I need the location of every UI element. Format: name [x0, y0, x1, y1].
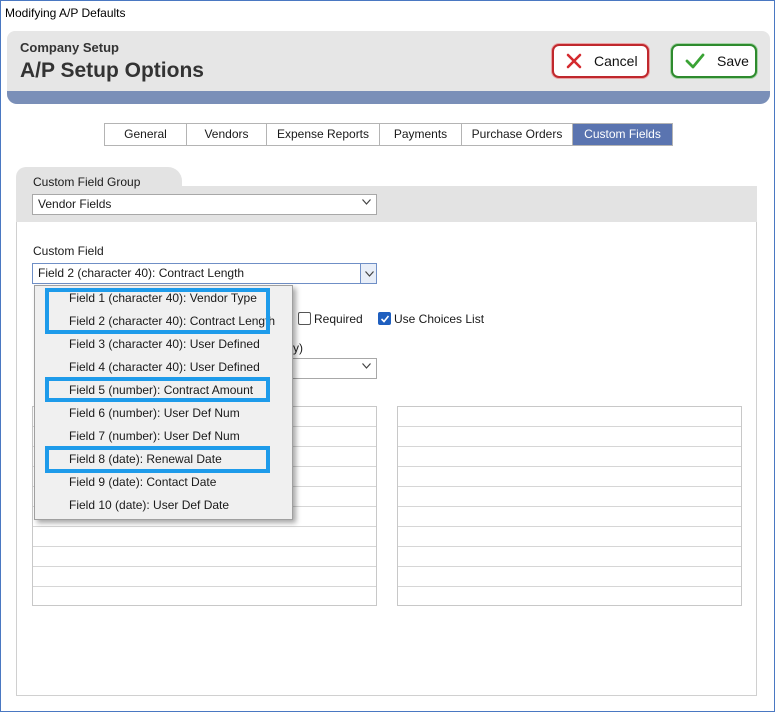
custom-field-label: Custom Field — [33, 244, 104, 258]
table-row[interactable] — [33, 567, 376, 587]
tab-general[interactable]: General — [105, 124, 187, 145]
custom-field-group-value: Vendor Fields — [38, 197, 112, 211]
partial-select[interactable] — [293, 358, 377, 379]
window-title: Modifying A/P Defaults — [5, 6, 126, 20]
required-label: Required — [314, 312, 363, 326]
table-row[interactable] — [398, 467, 741, 487]
tab-payments[interactable]: Payments — [380, 124, 462, 145]
checkmark-icon — [380, 315, 390, 323]
app-window: Modifying A/P Defaults Company Setup A/P… — [0, 0, 775, 712]
chevron-down-icon — [362, 199, 371, 207]
page-subtitle: Company Setup — [20, 40, 119, 55]
checkmark-icon — [685, 53, 705, 69]
dropdown-item-field-6[interactable]: Field 6 (number): User Def Num — [69, 402, 240, 425]
table-row[interactable] — [398, 527, 741, 547]
table-row[interactable] — [398, 547, 741, 567]
highlight-box — [45, 377, 270, 402]
partial-label: y) — [293, 341, 303, 355]
tab-expense-reports[interactable]: Expense Reports — [267, 124, 380, 145]
highlight-box — [45, 446, 270, 473]
required-checkbox[interactable] — [298, 312, 311, 325]
tab-purchase-orders[interactable]: Purchase Orders — [462, 124, 573, 145]
chevron-down-icon — [362, 363, 371, 371]
use-choices-checkbox[interactable] — [378, 312, 391, 325]
header-accent-bar — [7, 91, 770, 104]
custom-field-group-select[interactable]: Vendor Fields — [32, 194, 377, 215]
dropdown-item-field-7[interactable]: Field 7 (number): User Def Num — [69, 425, 240, 448]
cancel-button[interactable]: Cancel — [552, 44, 649, 78]
custom-field-group-label: Custom Field Group — [33, 175, 141, 189]
cancel-button-label: Cancel — [594, 53, 638, 69]
table-row[interactable] — [33, 527, 376, 547]
tab-custom-fields[interactable]: Custom Fields — [573, 124, 672, 145]
dropdown-toggle[interactable] — [360, 263, 377, 284]
choices-grid-right[interactable] — [397, 406, 742, 606]
dropdown-item-field-4[interactable]: Field 4 (character 40): User Defined — [69, 356, 260, 379]
custom-field-select[interactable]: Field 2 (character 40): Contract Length — [32, 263, 377, 284]
highlight-box — [45, 288, 270, 334]
table-row[interactable] — [398, 487, 741, 507]
save-button[interactable]: Save — [671, 44, 757, 78]
dropdown-item-field-10[interactable]: Field 10 (date): User Def Date — [69, 494, 229, 517]
dropdown-item-field-9[interactable]: Field 9 (date): Contact Date — [69, 471, 216, 494]
close-icon — [566, 53, 582, 69]
tab-bar: General Vendors Expense Reports Payments… — [104, 123, 673, 146]
table-row[interactable] — [398, 507, 741, 527]
dropdown-item-field-3[interactable]: Field 3 (character 40): User Defined — [69, 333, 260, 356]
chevron-down-icon — [365, 271, 374, 277]
table-row[interactable] — [398, 407, 741, 427]
custom-field-value: Field 2 (character 40): Contract Length — [38, 266, 245, 280]
tab-vendors[interactable]: Vendors — [187, 124, 267, 145]
use-choices-label: Use Choices List — [394, 312, 485, 326]
save-button-label: Save — [717, 53, 749, 69]
table-row[interactable] — [398, 427, 741, 447]
table-row[interactable] — [398, 567, 741, 587]
page-title: A/P Setup Options — [20, 59, 204, 82]
table-row[interactable] — [398, 447, 741, 467]
table-row[interactable] — [33, 547, 376, 567]
